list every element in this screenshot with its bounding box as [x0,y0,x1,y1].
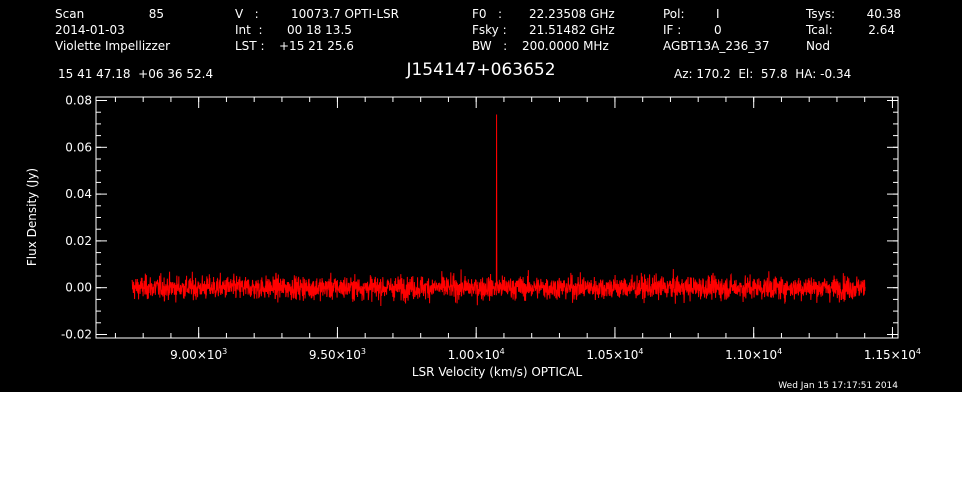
x-tick-label: 1.15×104 [864,347,921,362]
y-tick-label: 0.06 [65,140,92,154]
spectrum-plot: 9.00×103 9.50×103 1.00×104 1.05×104 1.10×104… [25,94,921,379]
tick-labels: 9.00×103 9.50×103 1.00×104 1.05×104 1.10×104… [61,94,921,362]
x-tick-exponent: 4 [916,347,921,356]
y-axis-label: Flux Density (Jy) [25,168,39,266]
spectrum-series-line [131,114,866,307]
page: Scan 85 2014-01-03 Violette Impellizzer … [0,0,962,490]
x-tick-exponent: 4 [638,347,643,356]
x-tick-exponent: 3 [361,347,366,356]
x-tick-label: 1.10×104 [725,347,782,362]
x-tick-label: 1.00×104 [448,347,505,362]
y-tick-label: 0.08 [65,94,92,108]
x-tick-mantissa: 9.00×10 [170,348,222,362]
x-tick-exponent: 3 [222,347,227,356]
plot-timestamp: Wed Jan 15 17:17:51 2014 [778,381,898,391]
x-tick-mantissa: 1.05×10 [586,348,638,362]
y-tick-label: 0.04 [65,187,92,201]
x-tick-label: 1.05×104 [586,347,643,362]
y-tick-label: -0.02 [61,327,92,341]
x-tick-label: 9.50×103 [309,347,366,362]
plot-panel: Scan 85 2014-01-03 Violette Impellizzer … [0,0,962,392]
x-tick-mantissa: 1.00×10 [448,348,500,362]
x-tick-mantissa: 1.10×10 [725,348,777,362]
y-tick-label: 0.00 [65,281,92,295]
x-axis-label: LSR Velocity (km/s) OPTICAL [412,365,583,379]
x-tick-exponent: 4 [500,347,505,356]
y-tick-label: 0.02 [65,234,92,248]
plot-data-layer [131,114,866,307]
x-tick-mantissa: 1.15×10 [864,348,916,362]
x-tick-exponent: 4 [777,347,782,356]
x-tick-mantissa: 9.50×10 [309,348,361,362]
x-tick-label: 9.00×103 [170,347,227,362]
